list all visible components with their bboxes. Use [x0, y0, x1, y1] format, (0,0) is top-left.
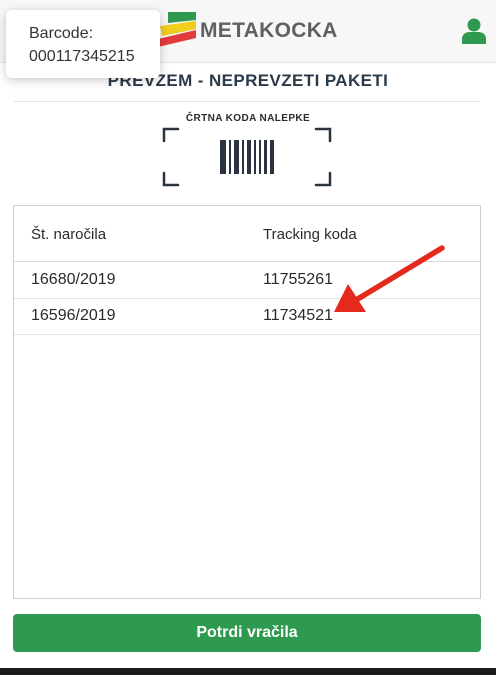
tracking-code-cell: 11755261: [263, 271, 333, 288]
tracking-code-cell: 11734521: [263, 307, 333, 324]
bottom-edge: [0, 668, 496, 675]
scan-label: ČRTNA KODA NALEPKE: [185, 113, 311, 124]
barcode-popup-value: 000117345215: [29, 48, 135, 65]
title-divider: [14, 101, 480, 102]
order-number-cell: 16680/2019: [31, 271, 116, 288]
barcode-popup: Barcode: 000117345215: [6, 10, 160, 78]
confirm-returns-button[interactable]: Potrdi vračila: [13, 614, 481, 652]
red-arrow-icon: [334, 245, 445, 312]
brand-name: METAKOCKA: [200, 19, 338, 42]
column-header-order[interactable]: Št. naročila: [31, 226, 106, 243]
barcode-popup-label: Barcode:: [29, 25, 94, 42]
barcode-icon: [220, 140, 274, 174]
order-number-cell: 16596/2019: [31, 307, 116, 324]
user-icon[interactable]: [462, 18, 486, 44]
